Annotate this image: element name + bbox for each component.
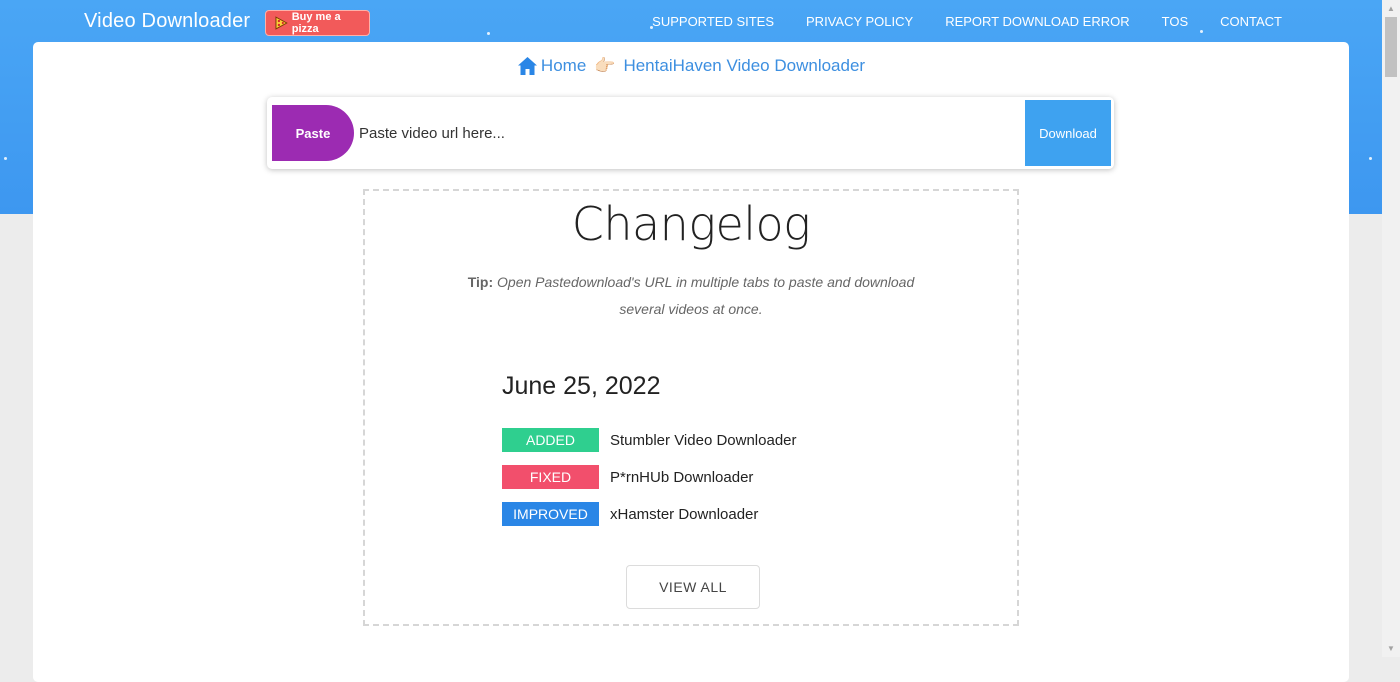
breadcrumb: Home 👉🏻 HentaiHaven Video Downloader (33, 56, 1349, 76)
brand-title[interactable]: Video Downloader (84, 10, 250, 33)
decor-dot (1369, 157, 1372, 160)
changelog-entry: FIXED P*rnHUb Downloader (502, 465, 753, 489)
tip-text: Tip: Open Pastedownload's URL in multipl… (465, 269, 917, 323)
pizza-icon (275, 16, 288, 30)
tip-body: Open Pastedownload's URL in multiple tab… (497, 274, 915, 317)
scroll-down-arrow-icon[interactable]: ▼ (1382, 640, 1400, 657)
breadcrumb-home-link[interactable]: Home (541, 56, 586, 76)
changelog-entry-text: P*rnHUb Downloader (610, 468, 754, 486)
buy-pizza-button[interactable]: Buy me a pizza (265, 10, 370, 36)
view-all-button[interactable]: VIEW ALL (626, 565, 760, 609)
breadcrumb-current: HentaiHaven Video Downloader (623, 56, 866, 75)
changelog-entry-text: Stumbler Video Downloader (610, 431, 797, 449)
scroll-thumb[interactable] (1385, 17, 1397, 77)
top-navbar: Video Downloader Buy me a pizza SUPPORTE… (0, 0, 1382, 42)
page-scrollbar[interactable]: ▲ ▼ (1382, 0, 1400, 657)
changelog-date: June 25, 2022 (502, 372, 661, 400)
pointing-hand-icon: 👉🏻 (594, 56, 616, 75)
changelog-entry-text: xHamster Downloader (610, 505, 759, 523)
download-button[interactable]: Download (1025, 100, 1111, 166)
paste-button[interactable]: Paste (272, 105, 354, 161)
nav-privacy-policy[interactable]: PRIVACY POLICY (806, 14, 913, 29)
nav-supported-sites[interactable]: SUPPORTED SITES (652, 14, 774, 29)
main-nav: SUPPORTED SITES PRIVACY POLICY REPORT DO… (620, 0, 1382, 42)
tip-label: Tip: (467, 274, 494, 290)
changelog-title: Changelog (571, 197, 811, 251)
nav-report-download-error[interactable]: REPORT DOWNLOAD ERROR (945, 14, 1129, 29)
nav-contact[interactable]: CONTACT (1220, 14, 1282, 29)
changelog-entry: IMPROVED xHamster Downloader (502, 502, 758, 526)
decor-dot (4, 157, 7, 160)
home-icon (517, 57, 537, 75)
nav-tos[interactable]: TOS (1162, 14, 1189, 29)
url-search-bar: Paste Download (267, 97, 1114, 169)
video-url-input[interactable] (359, 105, 1019, 161)
added-badge: ADDED (502, 428, 599, 452)
changelog-entry: ADDED Stumbler Video Downloader (502, 428, 797, 452)
improved-badge: IMPROVED (502, 502, 599, 526)
buy-pizza-label: Buy me a pizza (291, 11, 341, 35)
scroll-up-arrow-icon[interactable]: ▲ (1382, 0, 1400, 17)
fixed-badge: FIXED (502, 465, 599, 489)
changelog-box: Changelog Tip: Open Pastedownload's URL … (363, 189, 1019, 626)
main-card: Home 👉🏻 HentaiHaven Video Downloader Pas… (33, 42, 1349, 682)
